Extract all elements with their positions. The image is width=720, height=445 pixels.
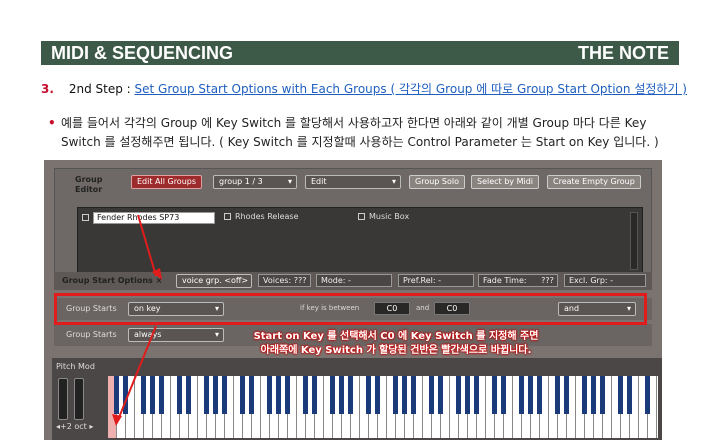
arrow-line-2	[117, 325, 157, 421]
arrow-head-2	[112, 414, 122, 426]
arrow-line-1	[137, 214, 157, 277]
annotation-arrows	[112, 214, 162, 426]
